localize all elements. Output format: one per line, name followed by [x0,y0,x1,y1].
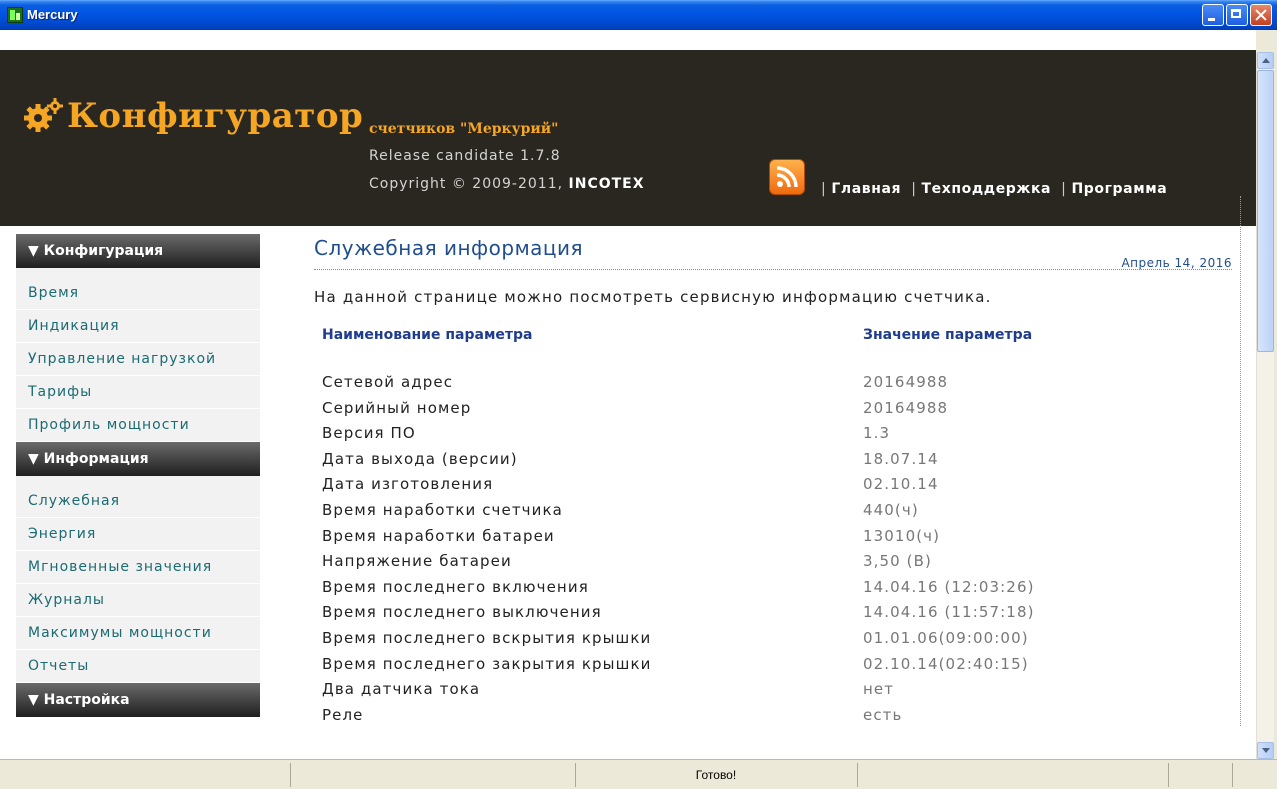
param-value: нет [863,680,895,699]
param-name: Серийный номер [322,398,472,417]
sidebar-item[interactable]: Максимумы мощности [16,617,260,650]
top-nav: | Главная | Техподдержка | Программа [821,181,1168,197]
param-name: Дата выхода (версии) [322,449,518,468]
param-name: Время последнего вскрытия крышки [322,628,652,647]
rss-glyph [776,166,798,188]
nav-program-link[interactable]: Программа [1071,181,1167,197]
sidebar-section-header[interactable]: ▼ Настройка [16,683,260,717]
copyright: Copyright © 2009-2011, INCOTEX [369,176,645,192]
table-row: Время наработки счетчика 440(ч) [322,498,1222,524]
rss-icon[interactable] [769,159,805,195]
page-intro: На данной странице можно посмотреть серв… [314,288,992,306]
param-value: 3,50 (В) [863,552,932,571]
brand-subtitle: счетчиков "Меркурий" [369,121,559,137]
table-row: Время последнего включения 14.04.16 (12:0… [322,575,1222,601]
parameter-table: Сетевой адрес 20164988 Серийный номер 20164… [322,370,1222,728]
page-title: Служебная информация [314,236,584,260]
column-header-name: Наименование параметра [322,327,533,343]
param-name: Время последнего включения [322,577,589,596]
copyright-prefix: Copyright © 2009-2011, [369,176,569,192]
sidebar: ▼ Конфигурация Время Индикация Управление н… [16,234,260,717]
status-divider [290,763,291,787]
param-name: Сетевой адрес [322,373,454,391]
param-value: 13010(ч) [863,526,941,545]
title-divider [314,269,1232,270]
sidebar-item[interactable]: Служебная [16,485,260,518]
table-row: Время последнего закрытия крышки 02.10.14… [322,652,1222,678]
gears-icon [24,98,63,132]
param-name: Версия ПО [322,424,416,443]
site-header: Конфигуратор счетчиков "Меркурий" Releas… [0,50,1256,226]
param-value: 02.10.14(02:40:15) [863,654,1029,673]
scroll-down-button[interactable] [1257,742,1274,759]
param-value: 14.04.16 (12:03:26) [863,577,1035,596]
sidebar-item[interactable]: Профиль мощности [16,409,260,442]
param-value: 01.01.06(09:00:00) [863,628,1029,647]
sidebar-section-header[interactable]: ▼ Конфигурация [16,234,260,268]
vertical-scrollbar[interactable] [1256,52,1274,759]
sidebar-item[interactable]: Журналы [16,584,260,617]
table-row: Напряжение батареи 3,50 (В) [322,549,1222,575]
table-row: Время последнего выключения 14.04.16 (11:… [322,600,1222,626]
sidebar-item[interactable]: Индикация [16,310,260,343]
status-divider [857,763,858,787]
brand-title: Конфигуратор [67,96,364,136]
minimize-button[interactable] [1202,4,1224,26]
sidebar-item[interactable]: Тарифы [16,376,260,409]
param-name: Напряжение батареи [322,552,512,571]
param-name: Время наработки счетчика [322,500,563,519]
sidebar-item[interactable]: Мгновенные значения [16,551,260,584]
release-version: Release candidate 1.7.8 [369,148,561,164]
param-value: 18.07.14 [863,449,939,468]
nav-support-link[interactable]: Техподдержка [922,181,1052,197]
sidebar-item[interactable]: Отчеты [16,650,260,683]
param-name: Время наработки батареи [322,526,555,545]
param-value: 20164988 [863,373,949,391]
param-value: 440(ч) [863,500,919,519]
content-border [1240,196,1241,726]
column-header-value: Значение параметра [863,327,1033,343]
param-value: 14.04.16 (11:57:18) [863,603,1035,622]
param-value: 02.10.14 [863,475,939,494]
window-title: Mercury [27,7,78,22]
table-row: Дата изготовления 02.10.14 [322,472,1222,498]
param-value: есть [863,705,903,724]
sidebar-item[interactable]: Время [16,277,260,310]
nav-home-link[interactable]: Главная [831,181,901,197]
scroll-up-button[interactable] [1257,52,1274,69]
copyright-company: INCOTEX [568,176,645,192]
scroll-thumb[interactable] [1257,70,1274,352]
sidebar-section-header[interactable]: ▼ Информация [16,442,260,476]
status-bar: Готово! [0,759,1277,789]
sidebar-gap [16,476,260,485]
status-text: Готово! [695,768,737,782]
close-button[interactable] [1250,4,1272,26]
table-row: Реле есть [322,703,1222,729]
window-titlebar: Mercury [0,0,1277,30]
status-divider [1232,763,1233,787]
sidebar-gap [16,268,260,277]
table-row: Дата выхода (версии) 18.07.14 [322,447,1222,473]
param-name: Дата изготовления [322,475,494,494]
param-value: 20164988 [863,398,949,417]
param-value: 1.3 [863,424,891,443]
param-name: Время последнего закрытия крышки [322,654,652,673]
sidebar-item[interactable]: Энергия [16,518,260,551]
table-row: Серийный номер 20164988 [322,396,1222,422]
status-divider [1168,763,1169,787]
maximize-button[interactable] [1226,4,1248,26]
app-icon [7,7,23,23]
param-name: Время последнего выключения [322,603,602,622]
table-row: Два датчика тока нет [322,677,1222,703]
param-name: Два датчика тока [322,680,481,699]
table-row: Сетевой адрес 20164988 [322,370,1222,396]
table-row: Версия ПО 1.3 [322,421,1222,447]
param-name: Реле [322,705,364,724]
sidebar-item[interactable]: Управление нагрузкой [16,343,260,376]
page-date: Апрель 14, 2016 [1121,256,1232,270]
table-row: Время последнего вскрытия крышки 01.01.06… [322,626,1222,652]
table-row: Время наработки батареи 13010(ч) [322,524,1222,550]
